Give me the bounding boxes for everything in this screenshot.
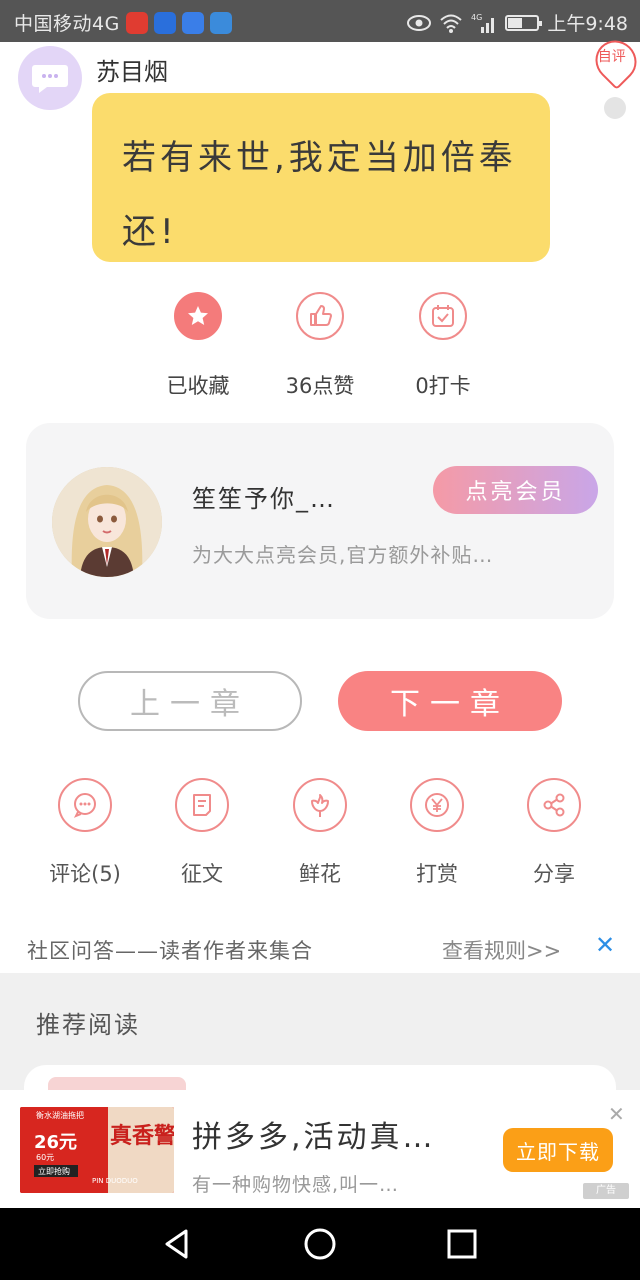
flower-action[interactable]: 鲜花 (265, 778, 375, 888)
chat-bubble-icon (32, 65, 68, 93)
ad-title[interactable]: 拼多多,活动真… (192, 1112, 436, 1156)
browser-notification-icon (209, 11, 232, 34)
signal-icon: 4G (471, 13, 495, 33)
checkin-count-label: 0打卡 (415, 374, 471, 398)
ad-banner[interactable]: 衡水湖油拖把 26元 60元 立即抢购 真香警告 PIN DUODUO 拼多多,… (0, 1090, 640, 1208)
calendar-check-icon (419, 292, 467, 340)
comment-action[interactable]: 评论(5) (30, 778, 140, 888)
status-dot (604, 97, 626, 119)
yen-coin-icon (410, 778, 464, 832)
tip-action[interactable]: 打赏 (382, 778, 492, 888)
carrier-label: 中国移动4G (14, 13, 120, 35)
flower-label: 鲜花 (299, 862, 341, 886)
member-avatar[interactable] (52, 467, 162, 577)
message-bubble: 若有来世,我定当加倍奉还! (92, 93, 550, 262)
author-name[interactable]: 苏目烟 (96, 52, 168, 87)
close-icon[interactable]: ✕ (595, 931, 615, 959)
view-rules-link[interactable]: 查看规则>> (442, 935, 561, 965)
battery-icon (505, 14, 543, 31)
wifi-icon (440, 14, 462, 33)
member-name: 笙笙予你_… (192, 485, 336, 513)
ad-image[interactable]: 衡水湖油拖把 26元 60元 立即抢购 真香警告 PIN DUODUO (20, 1107, 174, 1193)
comment-label: 评论(5) (49, 862, 121, 886)
light-up-member-button[interactable]: 点亮会员 (433, 466, 598, 514)
download-now-button[interactable]: 立即下载 (503, 1128, 613, 1172)
community-notice-text[interactable]: 社区问答——读者作者来集合 (27, 935, 313, 965)
star-icon (174, 292, 222, 340)
music-notification-icon (181, 11, 204, 34)
svg-text:60元: 60元 (36, 1153, 54, 1162)
eye-icon (407, 14, 432, 31)
baidu-notification-icon (153, 11, 176, 34)
recents-icon[interactable] (444, 1226, 480, 1262)
member-card: 笙笙予你_… 为大大点亮会员,官方额外补贴… 点亮会员 (26, 423, 614, 619)
essay-label: 征文 (181, 862, 223, 886)
member-description: 为大大点亮会员,官方额外补贴… (192, 543, 494, 567)
svg-text:4G: 4G (471, 13, 482, 22)
share-label: 分享 (533, 862, 575, 886)
checkin-action[interactable]: 0打卡 (388, 292, 498, 400)
favorite-action[interactable]: 已收藏 (143, 292, 253, 400)
next-chapter-button[interactable]: 下一章 (338, 671, 562, 731)
favorite-label: 已收藏 (166, 374, 230, 398)
app-notification-icon (125, 11, 148, 34)
community-notice: 社区问答——读者作者来集合 查看规则>> ✕ (0, 925, 640, 973)
tip-label: 打赏 (416, 862, 458, 886)
like-action[interactable]: 36点赞 (265, 292, 375, 400)
like-count-label: 36点赞 (285, 374, 355, 398)
share-action[interactable]: 分享 (499, 778, 609, 888)
ad-close-icon[interactable]: ✕ (608, 1102, 625, 1126)
essay-action[interactable]: 征文 (147, 778, 257, 888)
back-icon[interactable] (160, 1226, 196, 1262)
comment-icon (58, 778, 112, 832)
share-icon (527, 778, 581, 832)
ad-tag: 广告 (583, 1183, 629, 1199)
system-nav-bar (0, 1208, 640, 1280)
recommended-title: 推荐阅读 (36, 1011, 140, 1039)
ad-subtitle[interactable]: 有一种购物快感,叫一… (192, 1170, 399, 1197)
svg-text:PIN DUODUO: PIN DUODUO (92, 1177, 138, 1185)
svg-text:真香警告: 真香警告 (110, 1123, 174, 1149)
svg-text:立即抢购: 立即抢购 (38, 1166, 70, 1176)
svg-text:26元: 26元 (34, 1132, 77, 1153)
svg-text:衡水湖油拖把: 衡水湖油拖把 (36, 1110, 84, 1120)
prev-chapter-button[interactable]: 上一章 (78, 671, 302, 731)
status-bar: 中国移动4G 4G 上午9:48 (0, 0, 640, 42)
home-icon[interactable] (302, 1226, 338, 1262)
thumbs-up-icon (296, 292, 344, 340)
document-icon (175, 778, 229, 832)
author-avatar[interactable] (18, 46, 82, 110)
flower-icon (293, 778, 347, 832)
clock: 上午9:48 (547, 13, 628, 35)
